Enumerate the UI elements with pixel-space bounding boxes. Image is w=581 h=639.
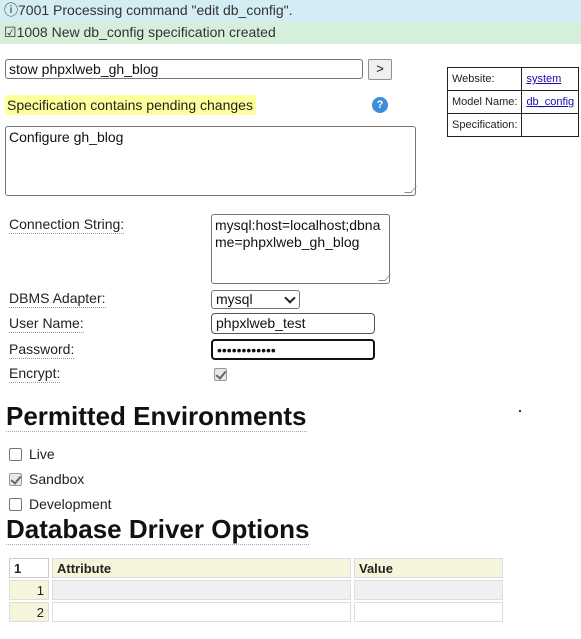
attribute-cell[interactable] (52, 580, 351, 600)
env-live-checkbox[interactable] (9, 448, 22, 461)
dbms-adapter-value: mysql (216, 291, 253, 307)
website-link[interactable]: system (526, 73, 561, 85)
attribute-column-header: Attribute (52, 558, 351, 578)
success-message: ☑1008 New db_config specification create… (0, 22, 581, 44)
env-development-label: Development (29, 496, 112, 512)
user-name-label: User Name: (9, 315, 84, 333)
info-message: ⓘ7001 Processing command "edit db_config… (0, 0, 581, 22)
driver-options-table: 1 Attribute Value 1 2 (6, 556, 506, 624)
info-message-text: 7001 Processing command "edit db_config"… (18, 2, 293, 18)
table-row: 2 (9, 602, 503, 622)
database-driver-options-heading: Database Driver Options (6, 514, 310, 545)
env-sandbox-label: Sandbox (29, 471, 85, 487)
table-row: 1 (9, 580, 503, 600)
command-input[interactable] (5, 59, 363, 79)
attribute-cell[interactable] (52, 602, 351, 622)
specification-label: Specification: (446, 113, 523, 137)
chevron-down-icon (284, 292, 296, 304)
info-icon: ⓘ (4, 2, 18, 18)
value-cell[interactable] (354, 602, 503, 622)
connection-string-label: Connection String: (9, 216, 125, 234)
pending-changes-notice: Specification contains pending changes (5, 95, 256, 115)
row-number: 1 (9, 580, 49, 600)
user-name-input[interactable]: phpxlweb_test (211, 313, 375, 334)
env-sandbox-checkbox[interactable] (9, 473, 22, 486)
dbms-adapter-select[interactable]: mysql (211, 290, 300, 309)
spec-info-table: Website: system Model Name: db_config Sp… (446, 67, 580, 137)
description-textarea[interactable]: Configure gh_blog (5, 126, 416, 196)
help-icon[interactable]: ? (372, 97, 388, 113)
website-label: Website: (446, 67, 523, 91)
encrypt-label: Encrypt: (9, 365, 61, 383)
password-input[interactable]: •••••••••••• (211, 339, 375, 360)
dot-mark (519, 410, 521, 412)
model-name-label: Model Name: (446, 90, 523, 114)
encrypt-checkbox[interactable] (214, 368, 227, 381)
env-development-checkbox[interactable] (9, 498, 22, 511)
model-name-link[interactable]: db_config (526, 96, 574, 108)
value-column-header: Value (354, 558, 503, 578)
success-message-text: 1008 New db_config specification created (16, 24, 276, 40)
connection-string-textarea[interactable]: mysql:host=localhost;dbname=phpxlweb_gh_… (211, 214, 390, 284)
specification-value (521, 113, 580, 137)
row-number: 2 (9, 602, 49, 622)
env-live-label: Live (29, 446, 55, 462)
dbms-adapter-label: DBMS Adapter: (9, 290, 106, 308)
row-count-input[interactable]: 1 (9, 558, 49, 578)
value-cell[interactable] (354, 580, 503, 600)
password-label: Password: (9, 341, 75, 359)
checkbox-icon: ☑ (4, 24, 17, 40)
permitted-environments-heading: Permitted Environments (6, 401, 307, 432)
submit-command-button[interactable]: > (368, 59, 392, 80)
